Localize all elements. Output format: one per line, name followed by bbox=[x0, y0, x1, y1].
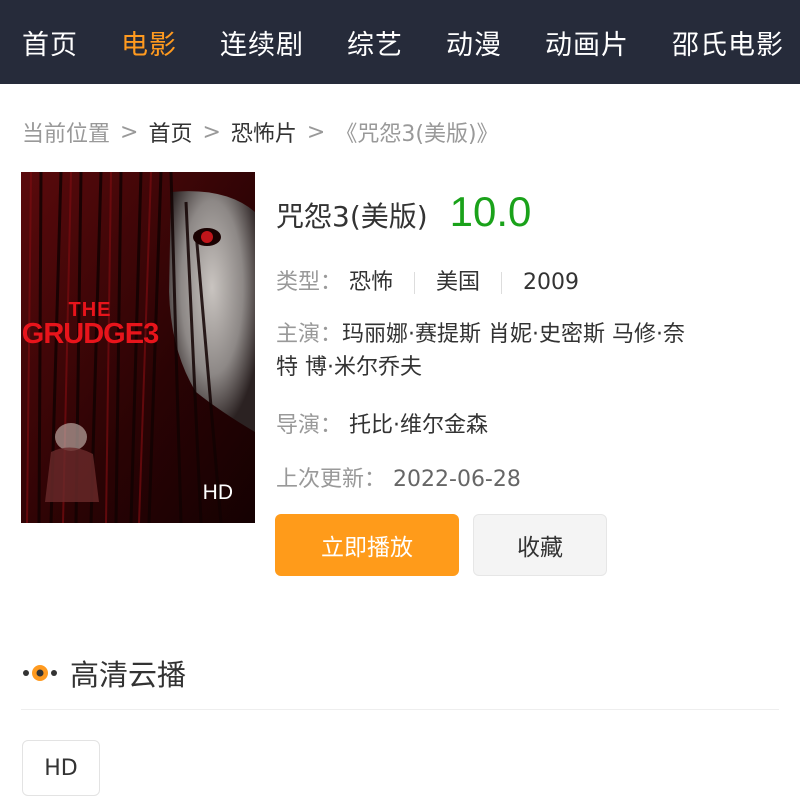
poster-title: THE GRUDGE3 bbox=[21, 300, 159, 349]
quality-badge: HD bbox=[202, 481, 233, 504]
updated-row: 上次更新： 2022-06-28 bbox=[276, 461, 521, 493]
breadcrumb-current: 《咒怨3(美版)》 bbox=[335, 122, 499, 147]
nav-item-anime[interactable]: 动漫 bbox=[446, 23, 502, 62]
breadcrumb-link-home[interactable]: 首页 bbox=[148, 116, 192, 148]
section-title: 高清云播 bbox=[70, 658, 187, 692]
cast-label: 主演： bbox=[276, 322, 343, 347]
movie-info: 咒怨3(美版) 10.0 bbox=[276, 188, 776, 236]
director-name[interactable]: 托比·维尔金森 bbox=[349, 413, 488, 438]
tag-genre[interactable]: 恐怖 bbox=[349, 264, 393, 296]
divider bbox=[501, 272, 503, 294]
director-row: 导演： 托比·维尔金森 bbox=[276, 407, 488, 439]
favorite-button[interactable]: 收藏 bbox=[473, 514, 607, 576]
type-label: 类型： bbox=[276, 270, 343, 295]
section-header: 高清云播 bbox=[22, 652, 186, 694]
nav-item-home[interactable]: 首页 bbox=[22, 23, 78, 62]
movie-title: 咒怨3(美版) bbox=[276, 200, 428, 233]
movie-poster[interactable]: THE GRUDGE3 HD bbox=[21, 172, 255, 523]
cast-list-line1[interactable]: 玛丽娜·赛提斯 肖妮·史密斯 马修·奈 bbox=[342, 322, 685, 347]
poster-title-line2: GRUDGE3 bbox=[21, 318, 159, 350]
nav-item-cartoon[interactable]: 动画片 bbox=[545, 23, 629, 62]
cloud-play-icon bbox=[23, 665, 57, 681]
type-row: 类型： 恐怖 美国 2009 bbox=[276, 264, 579, 296]
nav-item-shaw-brothers[interactable]: 邵氏电影 bbox=[672, 23, 784, 62]
chevron-right-icon: > bbox=[120, 119, 139, 145]
chevron-right-icon: > bbox=[202, 119, 221, 145]
chevron-right-icon: > bbox=[306, 119, 326, 145]
tag-region[interactable]: 美国 bbox=[436, 264, 480, 296]
updated-date: 2022-06-28 bbox=[393, 467, 521, 492]
poster-title-line1: THE bbox=[68, 299, 112, 321]
breadcrumb-link-horror[interactable]: 恐怖片 bbox=[231, 116, 297, 148]
top-nav: 首页 电影 连续剧 综艺 动漫 动画片 邵氏电影 bbox=[0, 0, 800, 84]
nav-item-series[interactable]: 连续剧 bbox=[220, 23, 304, 62]
movie-rating: 10.0 bbox=[449, 188, 532, 235]
director-label: 导演： bbox=[276, 413, 343, 438]
nav-item-movies[interactable]: 电影 bbox=[121, 23, 177, 62]
tag-year[interactable]: 2009 bbox=[523, 270, 579, 295]
play-now-button[interactable]: 立即播放 bbox=[275, 514, 459, 576]
source-chip-hd[interactable]: HD bbox=[22, 740, 100, 796]
cast-row: 主演：玛丽娜·赛提斯 肖妮·史密斯 马修·奈 特 博·米尔乔夫 bbox=[276, 318, 776, 384]
divider bbox=[21, 709, 779, 710]
updated-label: 上次更新： bbox=[276, 467, 387, 492]
nav-item-variety[interactable]: 综艺 bbox=[347, 23, 403, 62]
breadcrumb-prefix: 当前位置 bbox=[22, 122, 111, 147]
breadcrumb: 当前位置 > 首页 > 恐怖片 > 《咒怨3(美版)》 bbox=[22, 116, 499, 148]
cast-list-line2[interactable]: 特 博·米尔乔夫 bbox=[276, 351, 776, 384]
divider bbox=[414, 272, 416, 294]
